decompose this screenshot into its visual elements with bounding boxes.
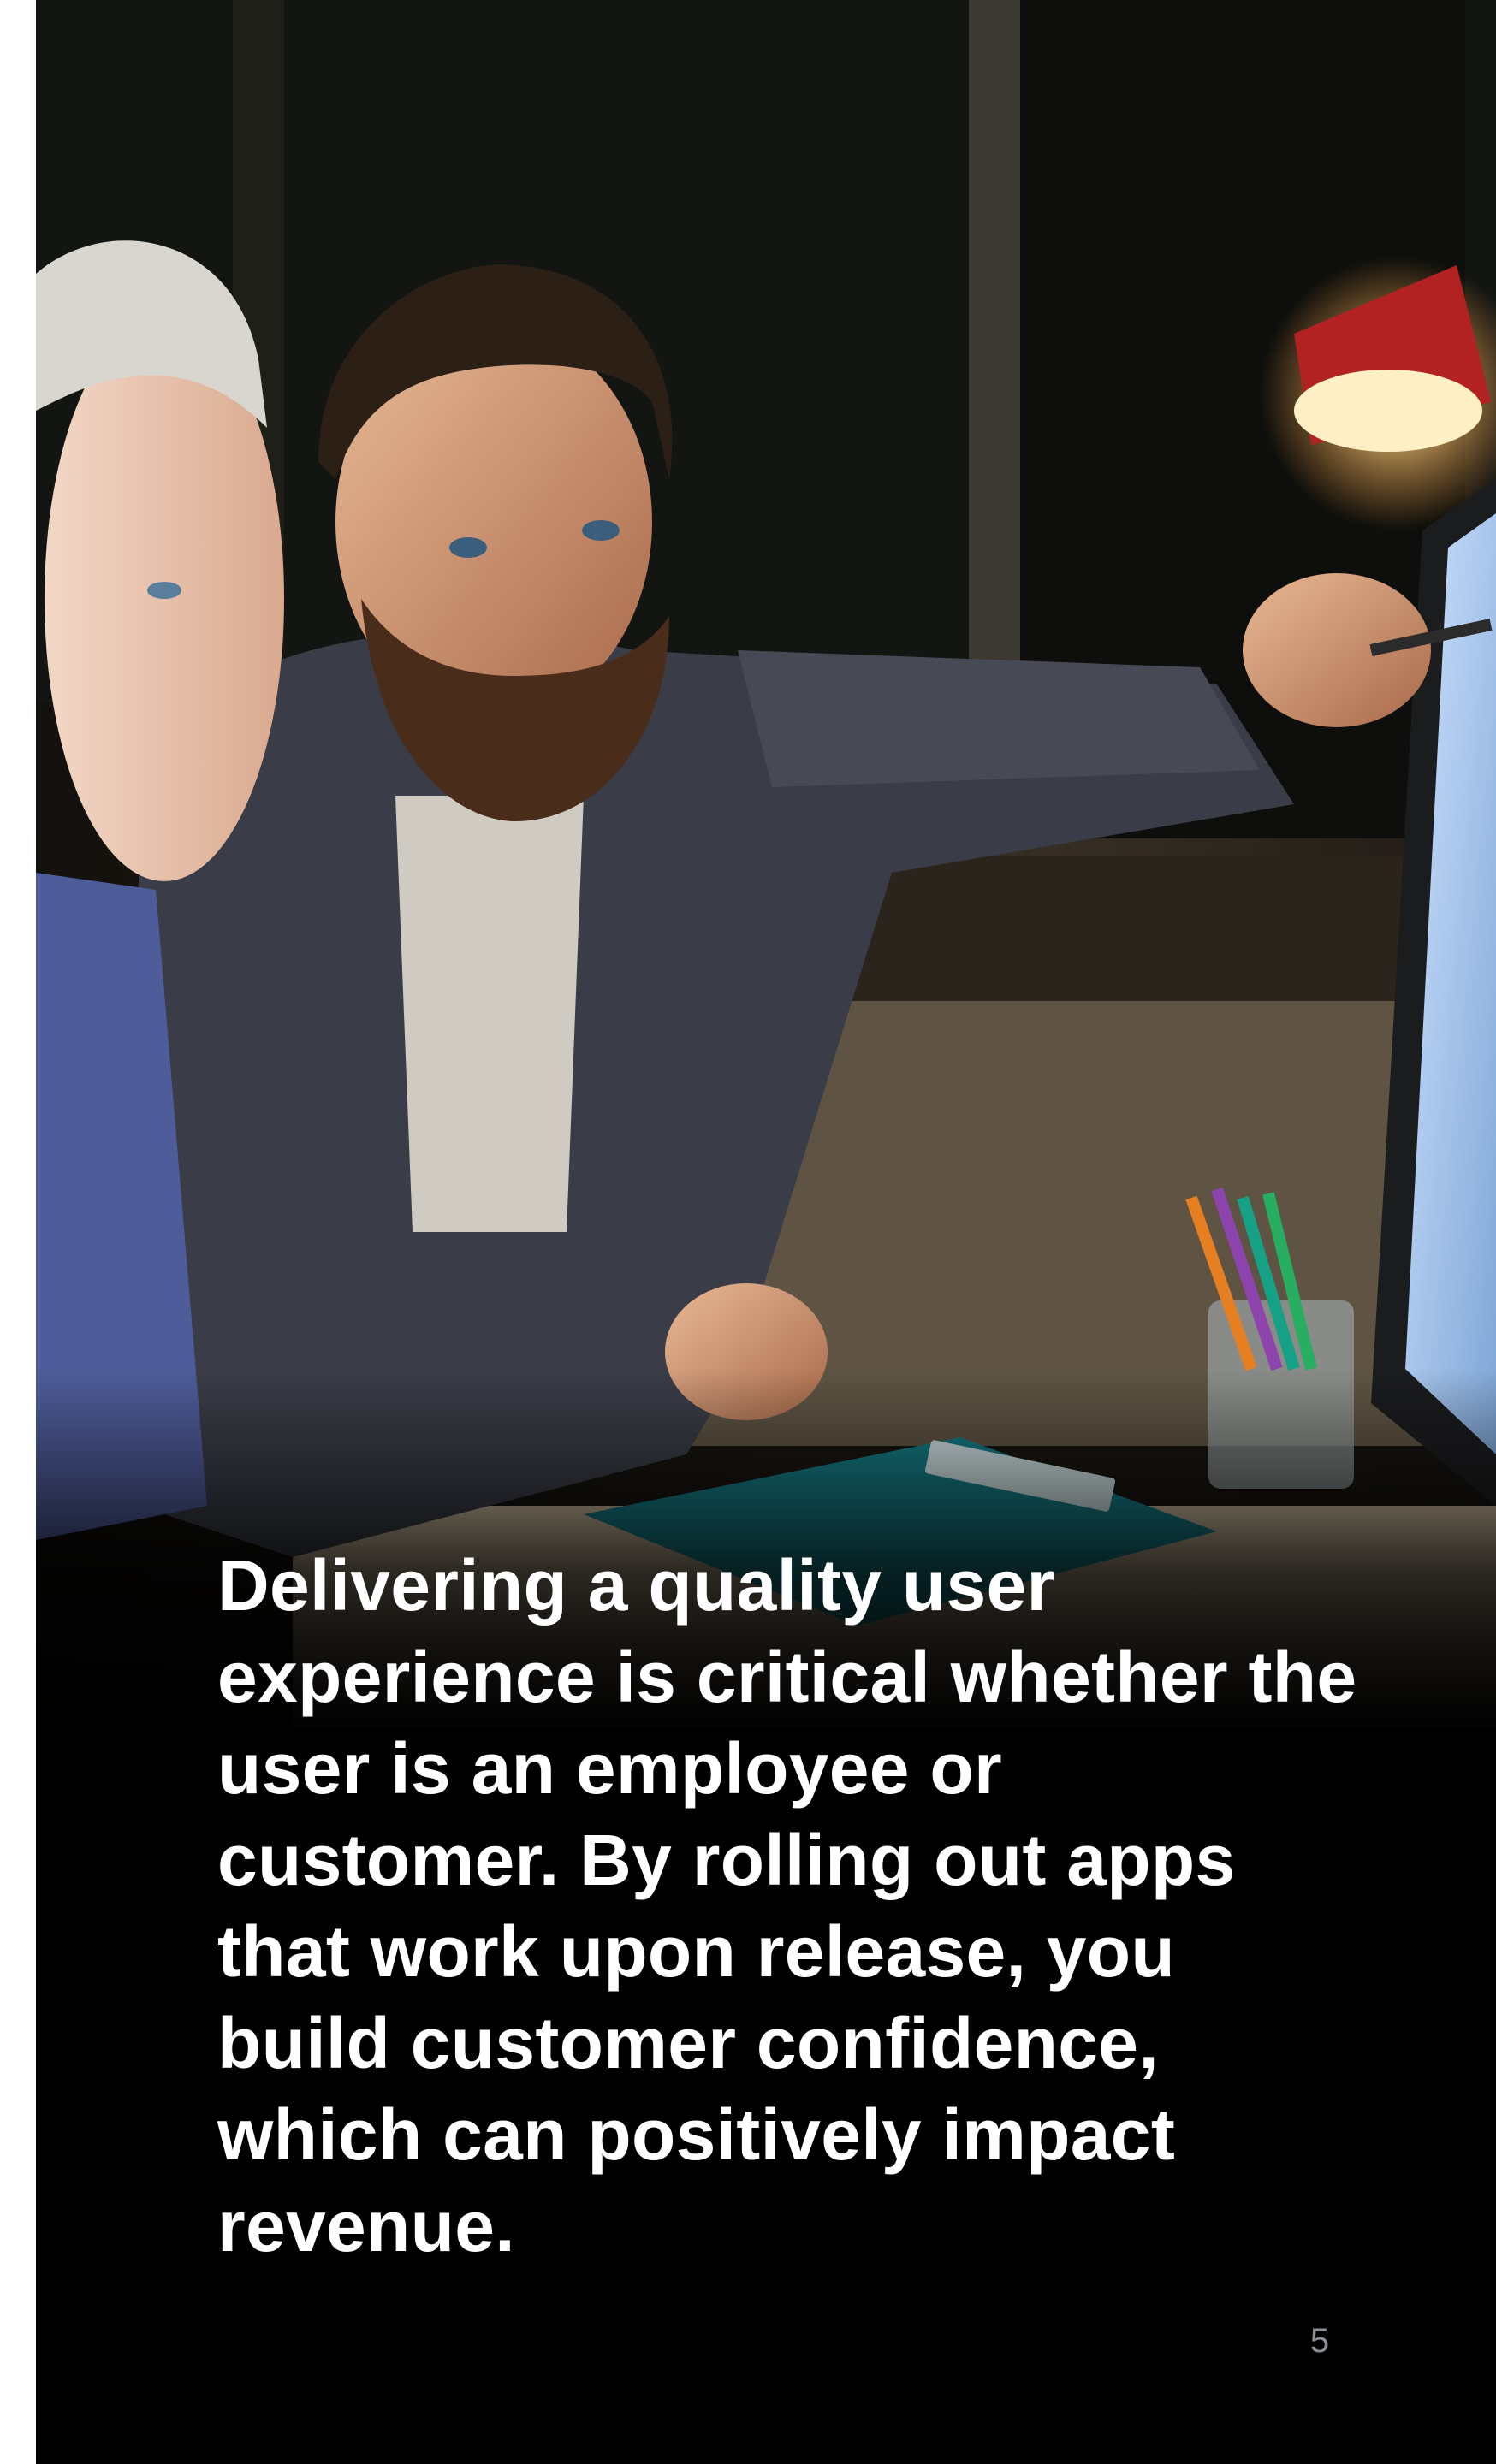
body-paragraph: Delivering a quality user experience is … (217, 1545, 1357, 2266)
page-number: 5 (1309, 2322, 1330, 2360)
page-margin-strip (0, 0, 36, 2464)
page: Delivering a quality user experience is … (36, 0, 1496, 2464)
hero-photo (36, 0, 1496, 1728)
